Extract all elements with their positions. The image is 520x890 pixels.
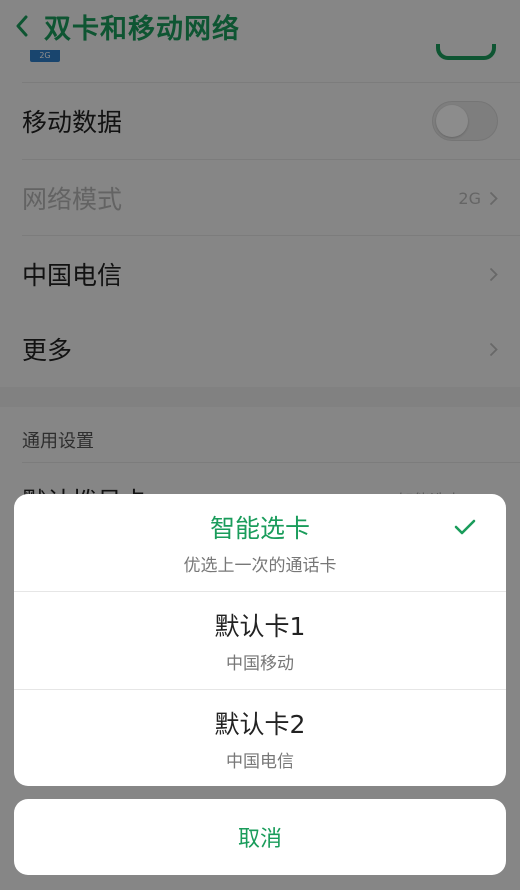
- option-title: 智能选卡: [209, 514, 310, 543]
- cancel-button[interactable]: 取消: [14, 799, 506, 875]
- option-default-card-2[interactable]: 默认卡2 中国电信: [14, 690, 506, 786]
- cancel-label: 取消: [237, 827, 282, 852]
- option-default-card-1[interactable]: 默认卡1 中国移动: [14, 592, 506, 689]
- option-subtitle: 中国电信: [226, 752, 294, 772]
- check-icon: [454, 519, 476, 535]
- option-title: 默认卡1: [214, 612, 306, 641]
- sim-select-sheet: 智能选卡 优选上一次的通话卡 默认卡1 中国移动 默认卡2 中国电信: [14, 494, 506, 786]
- option-subtitle: 优选上一次的通话卡: [183, 556, 337, 576]
- option-smart-select[interactable]: 智能选卡 优选上一次的通话卡: [14, 494, 506, 591]
- option-subtitle: 中国移动: [226, 654, 294, 674]
- option-title: 默认卡2: [214, 710, 306, 739]
